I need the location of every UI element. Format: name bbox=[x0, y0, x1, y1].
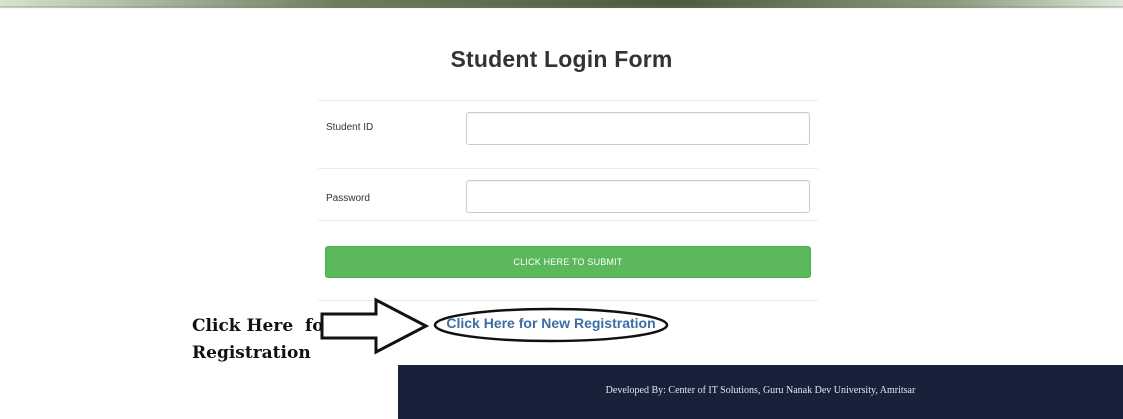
page-title: Student Login Form bbox=[450, 46, 673, 72]
annotation-line-2: Registration bbox=[192, 343, 311, 363]
footer-credit: Developed By: Center of IT Solutions, Gu… bbox=[605, 385, 916, 396]
right-arrow-icon bbox=[320, 297, 430, 355]
submit-button[interactable]: CLICK HERE TO SUBMIT bbox=[325, 246, 811, 278]
password-input[interactable] bbox=[466, 180, 810, 213]
student-id-label: Student ID bbox=[326, 122, 374, 133]
new-registration-link[interactable]: Click Here for New Registration bbox=[446, 315, 656, 331]
student-id-input[interactable] bbox=[466, 112, 810, 145]
footer: Developed By: Center of IT Solutions, Gu… bbox=[398, 365, 1123, 419]
form-divider bbox=[318, 220, 818, 221]
registration-annotation: Click Here for Registration bbox=[192, 313, 333, 367]
password-label: Password bbox=[326, 193, 370, 204]
form-divider bbox=[318, 100, 818, 101]
form-divider bbox=[318, 168, 818, 169]
annotation-line-1: Click Here for bbox=[192, 316, 333, 336]
login-form: Student ID Password CLICK HERE TO SUBMIT bbox=[318, 100, 818, 302]
top-accent-bar bbox=[0, 0, 1123, 9]
